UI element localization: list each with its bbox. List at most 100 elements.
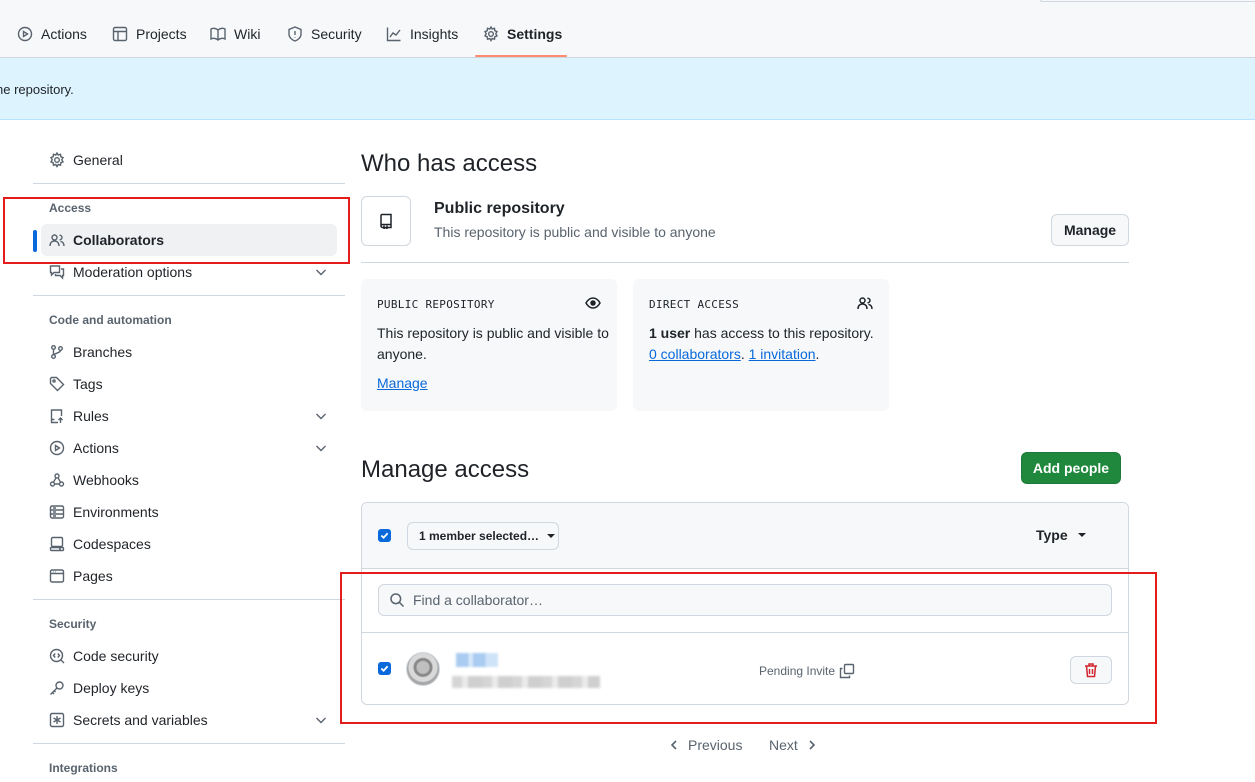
asterisk-icon	[49, 712, 65, 728]
sidebar-item-code-security[interactable]: Code security	[41, 640, 337, 672]
codespaces-icon	[49, 536, 65, 552]
sidebar-heading-code-automation: Code and automation	[49, 313, 172, 327]
tab-actions[interactable]: Actions	[17, 22, 87, 46]
user-count: 1 user	[649, 325, 691, 341]
sidebar-item-label: Rules	[73, 408, 109, 424]
redacted-username	[456, 653, 498, 667]
tab-wiki[interactable]: Wiki	[210, 22, 260, 46]
copy-icon[interactable]	[839, 663, 855, 679]
book-icon	[210, 27, 226, 41]
sidebar-item-branches[interactable]: Branches	[41, 336, 337, 368]
search-icon	[390, 593, 405, 608]
tag-icon	[49, 376, 65, 392]
card-text: This repository is public and visible to…	[377, 325, 609, 362]
card-label: DIRECT ACCESS	[649, 298, 739, 311]
sidebar-heading-security: Security	[49, 617, 97, 631]
eye-icon	[585, 297, 601, 309]
chevron-down-icon[interactable]	[313, 408, 329, 424]
member-selected-dropdown[interactable]: 1 member selected…	[407, 522, 559, 550]
tab-insights[interactable]: Insights	[386, 22, 458, 46]
public-repository-card: PUBLIC REPOSITORY This repository is pub…	[361, 279, 617, 411]
search-box-edge[interactable]	[1040, 0, 1255, 2]
sidebar-item-label: Secrets and variables	[73, 712, 208, 728]
banner-text: he repository.	[0, 82, 74, 97]
server-icon	[49, 505, 65, 519]
collaborator-search[interactable]	[378, 584, 1112, 616]
graph-icon	[386, 27, 401, 42]
sidebar-divider	[33, 743, 345, 744]
browser-icon	[49, 569, 65, 583]
table-icon	[112, 26, 128, 42]
caret-down-icon	[1077, 533, 1086, 537]
tab-label: Settings	[507, 26, 563, 42]
repo-nav-bar: Actions Projects Wiki Security Insights …	[0, 0, 1255, 58]
next-page-button[interactable]: Next	[769, 737, 818, 753]
row-checkbox[interactable]	[378, 662, 391, 675]
tab-security[interactable]: Security	[287, 22, 362, 46]
sidebar-item-environments[interactable]: Environments	[41, 496, 337, 528]
invitation-link[interactable]: 1 invitation	[749, 346, 816, 362]
repo-visibility-icon-box	[361, 196, 411, 246]
repo-push-icon	[50, 409, 63, 424]
sidebar-item-codespaces[interactable]: Codespaces	[41, 528, 337, 560]
type-label: Type	[1036, 527, 1068, 543]
sidebar-item-general[interactable]: General	[41, 144, 337, 176]
key-icon	[50, 681, 64, 695]
trash-icon	[1085, 663, 1097, 678]
sidebar-item-label: Branches	[73, 344, 133, 360]
tab-label: Actions	[41, 26, 87, 42]
sidebar-item-label: Actions	[73, 440, 119, 456]
next-label: Next	[769, 737, 798, 753]
visibility-title: Public repository	[434, 200, 565, 217]
manage-access-heading: Manage access	[361, 456, 530, 483]
manage-visibility-button[interactable]: Manage	[1051, 214, 1129, 246]
sidebar-item-moderation[interactable]: Moderation options	[41, 256, 337, 288]
sidebar-item-actions[interactable]: Actions	[41, 432, 337, 464]
tab-label: Insights	[410, 26, 459, 42]
sidebar-item-secrets[interactable]: Secrets and variables	[41, 704, 337, 736]
add-people-button[interactable]: Add people	[1021, 452, 1121, 484]
direct-access-card: DIRECT ACCESS 1 user has access to this …	[633, 279, 889, 411]
sidebar-divider	[33, 183, 345, 184]
people-icon	[857, 297, 873, 310]
check-icon	[380, 665, 389, 673]
sidebar-item-deploy-keys[interactable]: Deploy keys	[41, 672, 337, 704]
period: .	[815, 346, 820, 362]
chevron-down-icon[interactable]	[313, 440, 329, 456]
play-icon	[17, 26, 33, 42]
webhook-icon	[49, 473, 65, 487]
sidebar-item-label: Webhooks	[73, 472, 139, 488]
sidebar-item-tags[interactable]: Tags	[41, 368, 337, 400]
select-all-checkbox[interactable]	[378, 529, 391, 542]
git-branch-icon	[51, 345, 63, 359]
chevron-left-icon	[670, 740, 677, 750]
avatar	[406, 652, 440, 686]
member-selected-label: 1 member selected…	[419, 529, 540, 543]
search-input[interactable]	[413, 592, 1093, 608]
pending-invite-status: Pending Invite	[759, 663, 855, 679]
sidebar-heading-integrations: Integrations	[49, 761, 118, 775]
table-header: 1 member selected… Type	[362, 503, 1128, 569]
sidebar-item-rules[interactable]: Rules	[41, 400, 337, 432]
remove-collaborator-button[interactable]	[1070, 656, 1112, 684]
sidebar-item-label: Deploy keys	[73, 680, 150, 696]
tab-projects[interactable]: Projects	[112, 22, 187, 46]
sidebar-item-pages[interactable]: Pages	[41, 560, 337, 592]
chevron-down-icon[interactable]	[313, 712, 329, 728]
collaborators-link[interactable]: 0 collaborators	[649, 346, 741, 362]
sidebar-item-collaborators[interactable]: Collaborators	[41, 224, 337, 256]
previous-page-button[interactable]: Previous	[668, 737, 742, 753]
access-text: has access to this repository.	[690, 325, 874, 341]
manage-link[interactable]: Manage	[377, 375, 428, 391]
type-filter-dropdown[interactable]: Type	[1036, 527, 1086, 543]
tab-label: Projects	[136, 26, 187, 42]
sidebar-item-webhooks[interactable]: Webhooks	[41, 464, 337, 496]
chevron-down-icon[interactable]	[313, 264, 329, 280]
sidebar-item-label: Moderation options	[73, 264, 193, 280]
sidebar-divider	[33, 295, 345, 296]
who-has-access-heading: Who has access	[361, 150, 538, 177]
tab-settings[interactable]: Settings	[483, 22, 562, 46]
sidebar-item-label: Code security	[73, 648, 159, 664]
info-banner: he repository.	[0, 58, 1255, 120]
sidebar-item-label: Codespaces	[73, 536, 151, 552]
